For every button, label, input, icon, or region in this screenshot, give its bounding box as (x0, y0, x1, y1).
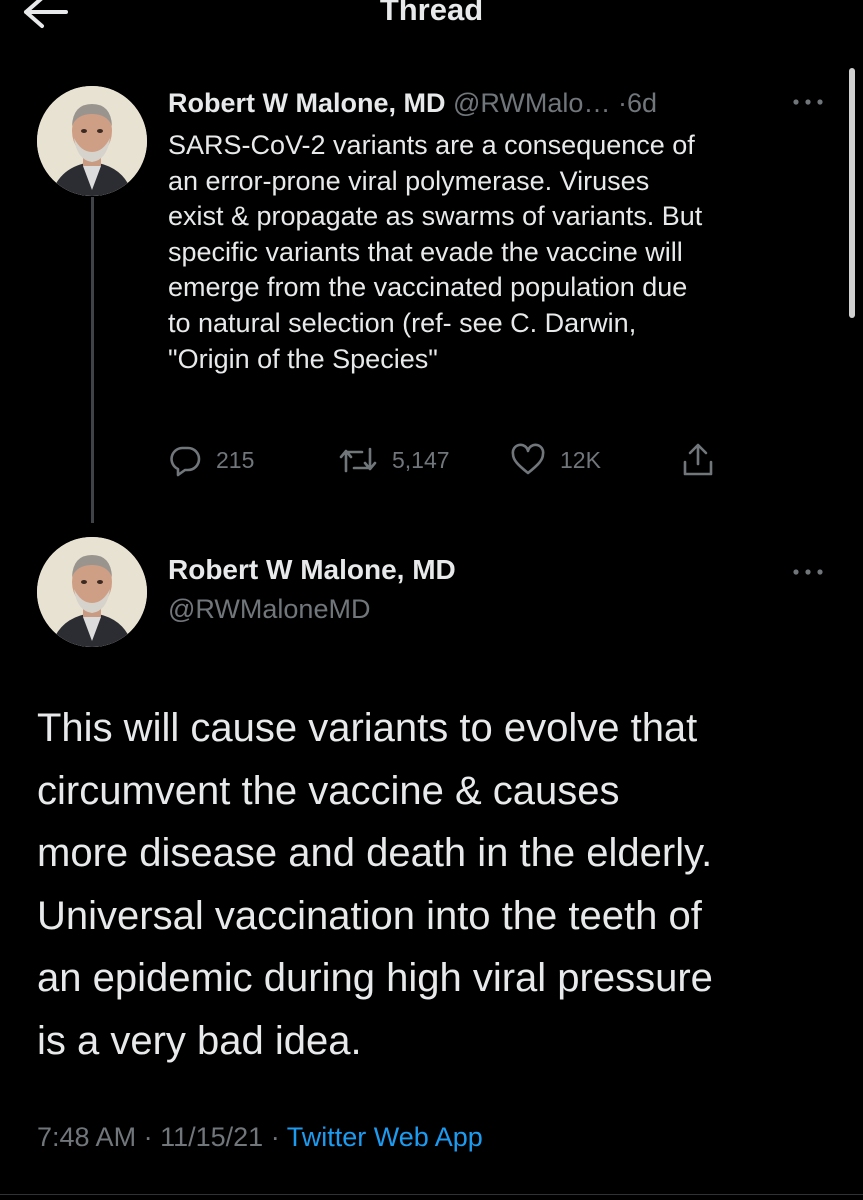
separator-dot: · (617, 88, 627, 118)
author-name[interactable]: Robert W Malone, MD (168, 88, 446, 118)
more-options-button[interactable] (790, 562, 826, 582)
source-link[interactable]: Twitter Web App (287, 1122, 483, 1152)
tweet-text: This will cause variants to evolve that … (37, 706, 713, 1063)
reply-count: 215 (216, 446, 255, 473)
scrollbar[interactable] (849, 68, 855, 318)
separator-dot: · (143, 1122, 153, 1152)
author-name[interactable]: Robert W Malone, MD (168, 554, 456, 586)
avatar[interactable] (37, 86, 147, 196)
page-title: Thread (379, 0, 484, 27)
profile-photo (37, 537, 147, 647)
thread-connector-line (91, 197, 94, 523)
author-handle[interactable]: @RWMalo… (453, 88, 610, 118)
heart-icon (511, 443, 545, 475)
tweet-date: 11/15/21 (160, 1122, 264, 1152)
tweet-text: SARS-CoV-2 variants are a consequence of… (168, 130, 703, 374)
like-button[interactable]: 12K (510, 440, 601, 480)
more-icon (793, 569, 823, 575)
share-icon (683, 443, 713, 476)
share-button[interactable] (680, 440, 716, 480)
tweet-header: Robert W Malone, MD @RWMalo… ·6d (168, 86, 657, 120)
author-handle[interactable]: @RWMaloneMD (168, 594, 370, 625)
thread-header: Thread (0, 0, 863, 40)
reply-icon (170, 446, 201, 477)
tweet-metadata: 7:48 AM · 11/15/21 · Twitter Web App (37, 1122, 483, 1153)
profile-photo (37, 86, 147, 196)
retweet-icon (339, 447, 377, 473)
like-count: 12K (560, 446, 601, 473)
retweet-button[interactable]: 5,147 (338, 440, 450, 480)
reply-button[interactable]: 215 (168, 440, 254, 480)
divider (0, 1194, 863, 1195)
retweet-count: 5,147 (392, 446, 450, 473)
more-options-button[interactable] (790, 92, 826, 112)
tweet-time: 7:48 AM (37, 1122, 137, 1152)
avatar[interactable] (37, 537, 147, 647)
tweet-actions: 215 5,147 12K (168, 440, 768, 480)
more-icon (793, 99, 823, 105)
tweet-time[interactable]: 6d (627, 88, 657, 118)
separator-dot: · (270, 1122, 280, 1152)
